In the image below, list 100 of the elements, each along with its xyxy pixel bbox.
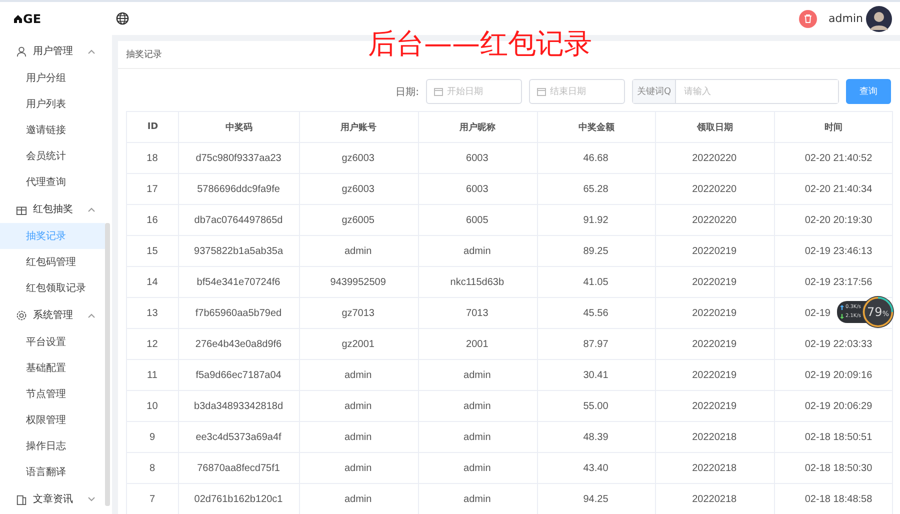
menu-item[interactable]: 用户分组 bbox=[0, 65, 105, 91]
menu-item[interactable]: 平台设置 bbox=[0, 329, 105, 355]
table-cell: 20220219 bbox=[655, 328, 774, 360]
avatar[interactable] bbox=[866, 6, 892, 32]
table-cell: 02-20 21:40:34 bbox=[774, 174, 892, 204]
column-header: 用户昵称 bbox=[418, 112, 538, 142]
table-cell: 87.97 bbox=[537, 328, 656, 360]
table-cell: 20220220 bbox=[655, 174, 774, 204]
settings-icon bbox=[16, 310, 27, 320]
table-cell: 02-20 21:40:52 bbox=[774, 142, 892, 174]
table-cell: admin bbox=[418, 360, 538, 390]
annotation-title: 后台——红包记录 bbox=[368, 26, 592, 62]
menu-item[interactable]: 节点管理 bbox=[0, 381, 105, 407]
table-cell: 20220219 bbox=[655, 390, 774, 422]
usage-ring bbox=[862, 296, 894, 328]
table-cell: 5786696ddc9fa9fe bbox=[178, 174, 300, 204]
table-cell: ee3c4d5373a69a4f bbox=[178, 422, 300, 452]
table-cell: 20220220 bbox=[655, 204, 774, 236]
table-cell: 02-20 20:19:30 bbox=[774, 204, 892, 236]
table-cell: 14 bbox=[126, 266, 179, 298]
menu-group[interactable]: 文章资讯 bbox=[0, 485, 105, 513]
chevron-icon bbox=[88, 206, 95, 212]
table-cell: 02-19 20:06:29 bbox=[774, 390, 892, 422]
column-header: ID bbox=[126, 112, 179, 142]
table-cell: gz6003 bbox=[299, 142, 418, 174]
menu-item[interactable]: 权限管理 bbox=[0, 407, 105, 433]
menu-item[interactable]: 基础配置 bbox=[0, 355, 105, 381]
table-cell: 11 bbox=[126, 360, 179, 390]
table-cell: admin bbox=[418, 236, 538, 266]
menu-item[interactable]: 会员统计 bbox=[0, 143, 105, 169]
table-cell: d75c980f9337aa23 bbox=[178, 142, 300, 174]
menu-item[interactable]: 红包领取记录 bbox=[0, 275, 105, 301]
column-header: 领取日期 bbox=[655, 112, 774, 142]
table-cell: 30.41 bbox=[537, 360, 656, 390]
table-cell: admin bbox=[299, 390, 418, 422]
table-cell: 89.25 bbox=[537, 236, 656, 266]
menu-group[interactable]: 系统管理 bbox=[0, 301, 105, 329]
table-cell: 7013 bbox=[418, 298, 538, 328]
table-cell: 9439952509 bbox=[299, 266, 418, 298]
table-cell: 20220220 bbox=[655, 142, 774, 174]
user-icon bbox=[16, 46, 27, 56]
table-cell: f7b65960aa5b79ed bbox=[178, 298, 300, 328]
username[interactable]: admin bbox=[828, 12, 863, 25]
table-cell: 46.68 bbox=[537, 142, 656, 174]
table-cell: 9 bbox=[126, 422, 179, 452]
table-cell: 2001 bbox=[418, 328, 538, 360]
table-cell: 02-19 20:09:16 bbox=[774, 360, 892, 390]
download-arrow-icon bbox=[840, 314, 844, 319]
document-icon bbox=[16, 494, 27, 504]
table-cell: gz6003 bbox=[299, 174, 418, 204]
table-cell: 10 bbox=[126, 390, 179, 422]
menu-item[interactable]: 红包码管理 bbox=[0, 249, 105, 275]
table-cell: 48.39 bbox=[537, 422, 656, 452]
table-cell: 02-18 18:50:30 bbox=[774, 452, 892, 484]
table-cell: gz2001 bbox=[299, 328, 418, 360]
table-cell: 6005 bbox=[418, 204, 538, 236]
menu-group[interactable]: 红包抽奖 bbox=[0, 195, 105, 223]
table-cell: 43.40 bbox=[537, 452, 656, 484]
table-cell: 02-19 23:46:13 bbox=[774, 236, 892, 266]
table-cell: 91.92 bbox=[537, 204, 656, 236]
menu-item[interactable]: 用户列表 bbox=[0, 91, 105, 117]
chevron-icon bbox=[88, 312, 95, 318]
menu-item[interactable]: 操作日志 bbox=[0, 433, 105, 459]
table-cell: 276e4b43e0a8d9f6 bbox=[178, 328, 300, 360]
column-header: 中奖金额 bbox=[537, 112, 656, 142]
calendar-icon bbox=[537, 87, 546, 96]
table-cell: 02-19 22:03:33 bbox=[774, 328, 892, 360]
table-cell: 41.05 bbox=[537, 266, 656, 298]
trash-icon bbox=[804, 14, 812, 23]
upload-arrow-icon bbox=[840, 305, 844, 310]
table-cell: 7 bbox=[126, 484, 179, 514]
breadcrumb: 抽奖记录 bbox=[126, 48, 162, 61]
menu-item[interactable]: 代理查询 bbox=[0, 169, 105, 195]
table-cell: gz7013 bbox=[299, 298, 418, 328]
calendar-icon bbox=[434, 87, 443, 96]
menu-item[interactable]: 语言翻译 bbox=[0, 459, 105, 485]
table-cell: 45.56 bbox=[537, 298, 656, 328]
table-cell: 20220219 bbox=[655, 298, 774, 328]
table-cell: 76870aa8fecd75f1 bbox=[178, 452, 300, 484]
table-cell: 18 bbox=[126, 142, 179, 174]
table-cell: 20220218 bbox=[655, 452, 774, 484]
logo: GE bbox=[23, 12, 42, 26]
table-cell: 6003 bbox=[418, 142, 538, 174]
table-cell: nkc115d63b bbox=[418, 266, 538, 298]
table-cell: 20220219 bbox=[655, 360, 774, 390]
menu-item[interactable]: 邀请链接 bbox=[0, 117, 105, 143]
table-cell: admin bbox=[418, 452, 538, 484]
delete-button[interactable] bbox=[798, 10, 817, 28]
table-cell: 17 bbox=[126, 174, 179, 204]
home-icon bbox=[14, 14, 22, 22]
globe-icon[interactable] bbox=[116, 12, 129, 25]
table-cell: admin bbox=[299, 452, 418, 484]
menu-group[interactable]: 用户管理 bbox=[0, 37, 105, 65]
table-cell: 20220219 bbox=[655, 266, 774, 298]
column-header: 用户账号 bbox=[299, 112, 418, 142]
table-cell: admin bbox=[299, 236, 418, 266]
table-cell: 65.28 bbox=[537, 174, 656, 204]
table-cell: 12 bbox=[126, 328, 179, 360]
table-cell: 15 bbox=[126, 236, 179, 266]
table-cell: 02-18 18:50:51 bbox=[774, 422, 892, 452]
